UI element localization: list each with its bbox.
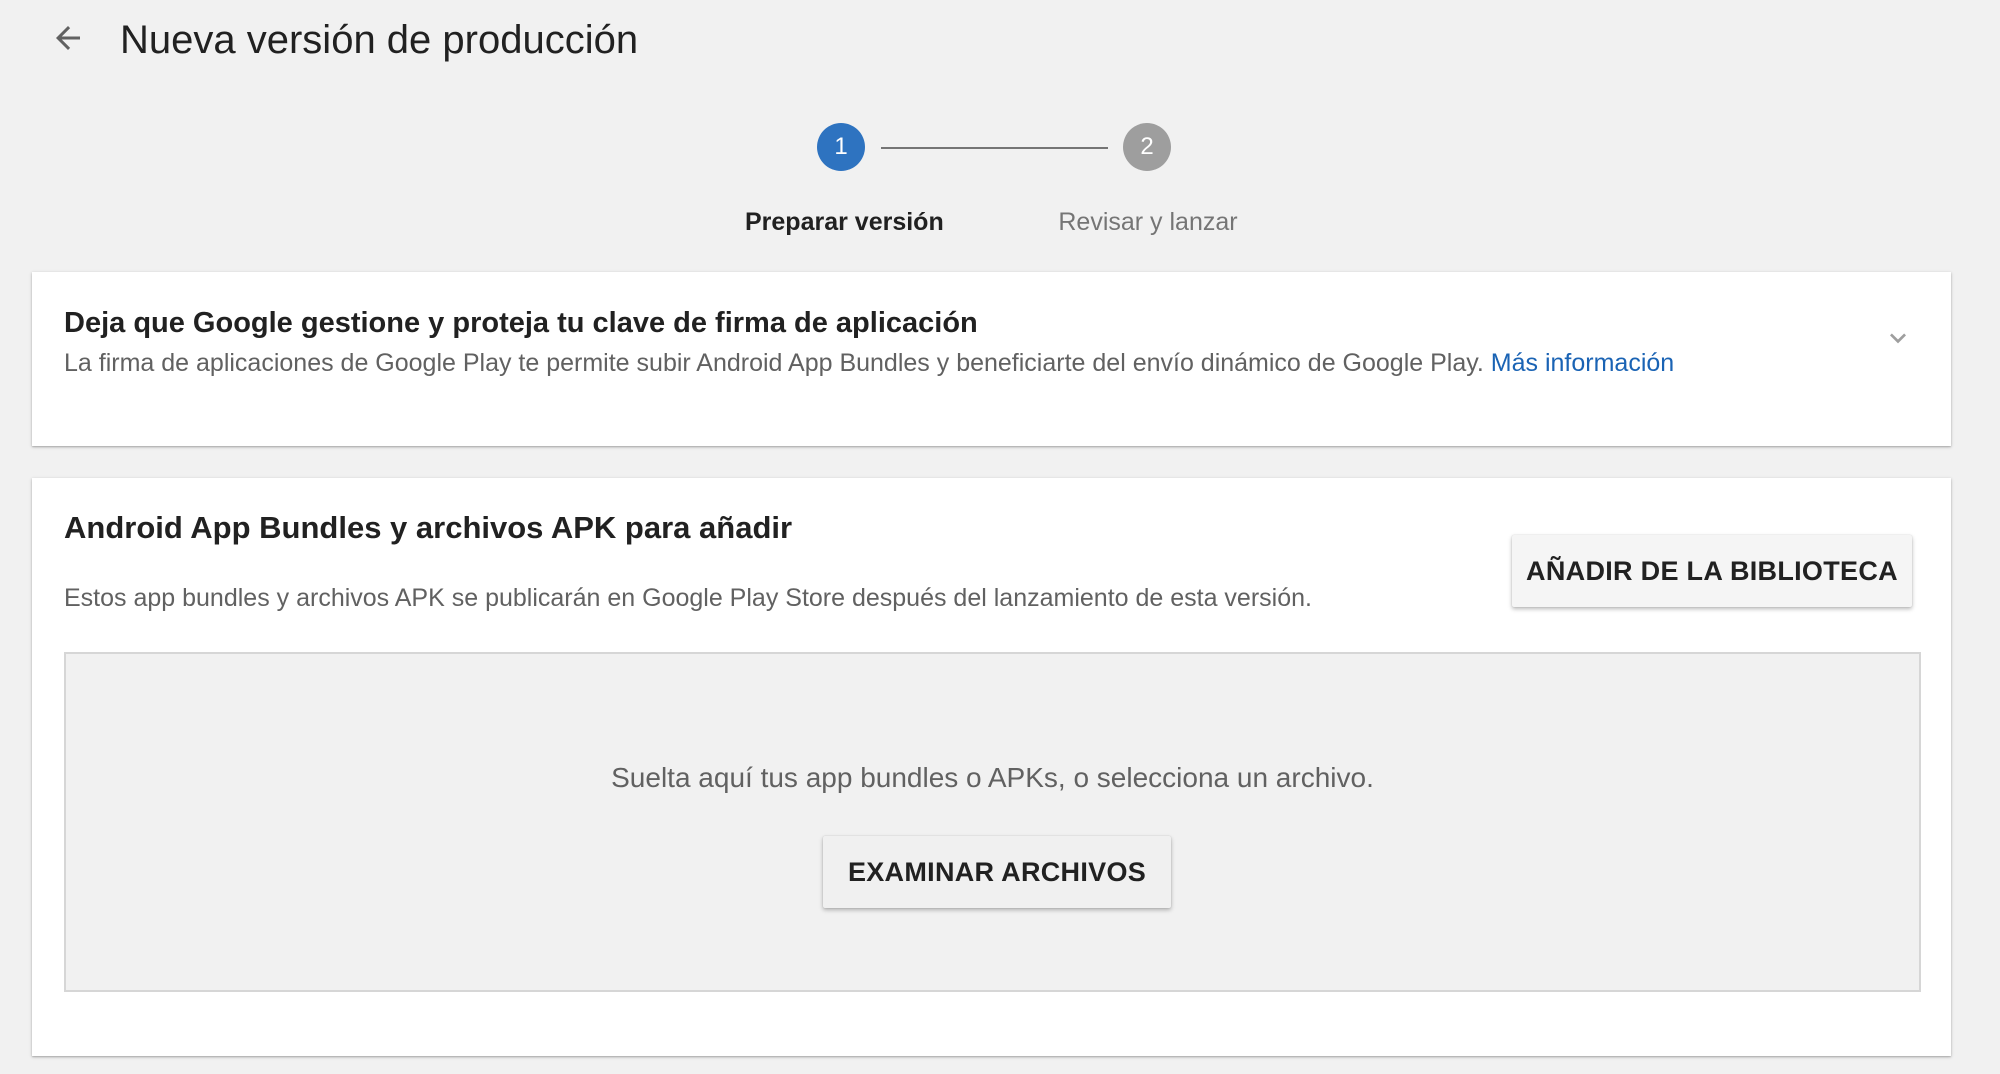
learn-more-link[interactable]: Más información — [1491, 349, 1674, 377]
step-connector — [881, 147, 1108, 149]
add-from-library-button[interactable]: AÑADIR DE LA BIBLIOTECA — [1512, 535, 1912, 607]
app-signing-card[interactable]: Deja que Google gestione y proteja tu cl… — [32, 272, 1951, 446]
browse-files-button[interactable]: EXAMINAR ARCHIVOS — [823, 836, 1171, 908]
release-stepper: 1 2 Preparar versión Revisar y lanzar — [0, 120, 2000, 250]
dropzone-instructions: Suelta aquí tus app bundles o APKs, o se… — [611, 762, 1374, 793]
chevron-down-icon — [1882, 322, 1914, 359]
step-2-indicator[interactable]: 2 — [1123, 123, 1171, 171]
app-signing-description: La firma de aplicaciones de Google Play … — [64, 346, 1674, 380]
app-bundles-card: Android App Bundles y archivos APK para … — [32, 478, 1951, 1056]
page-header: Nueva versión de producción — [0, 0, 2000, 82]
step-1-label[interactable]: Preparar versión — [745, 206, 944, 238]
back-button[interactable] — [44, 16, 92, 64]
step-1-indicator[interactable]: 1 — [817, 123, 865, 171]
arrow-back-icon — [50, 20, 86, 61]
step-2-label[interactable]: Revisar y lanzar — [1048, 206, 1248, 238]
page-title: Nueva versión de producción — [120, 18, 639, 62]
app-bundles-description: Estos app bundles y archivos APK se publ… — [64, 584, 1312, 612]
app-signing-title: Deja que Google gestione y proteja tu cl… — [64, 307, 978, 339]
app-bundles-title: Android App Bundles y archivos APK para … — [64, 510, 793, 545]
file-dropzone[interactable]: Suelta aquí tus app bundles o APKs, o se… — [64, 652, 1921, 992]
app-signing-description-text: La firma de aplicaciones de Google Play … — [64, 349, 1484, 377]
expand-toggle[interactable] — [1880, 322, 1916, 358]
